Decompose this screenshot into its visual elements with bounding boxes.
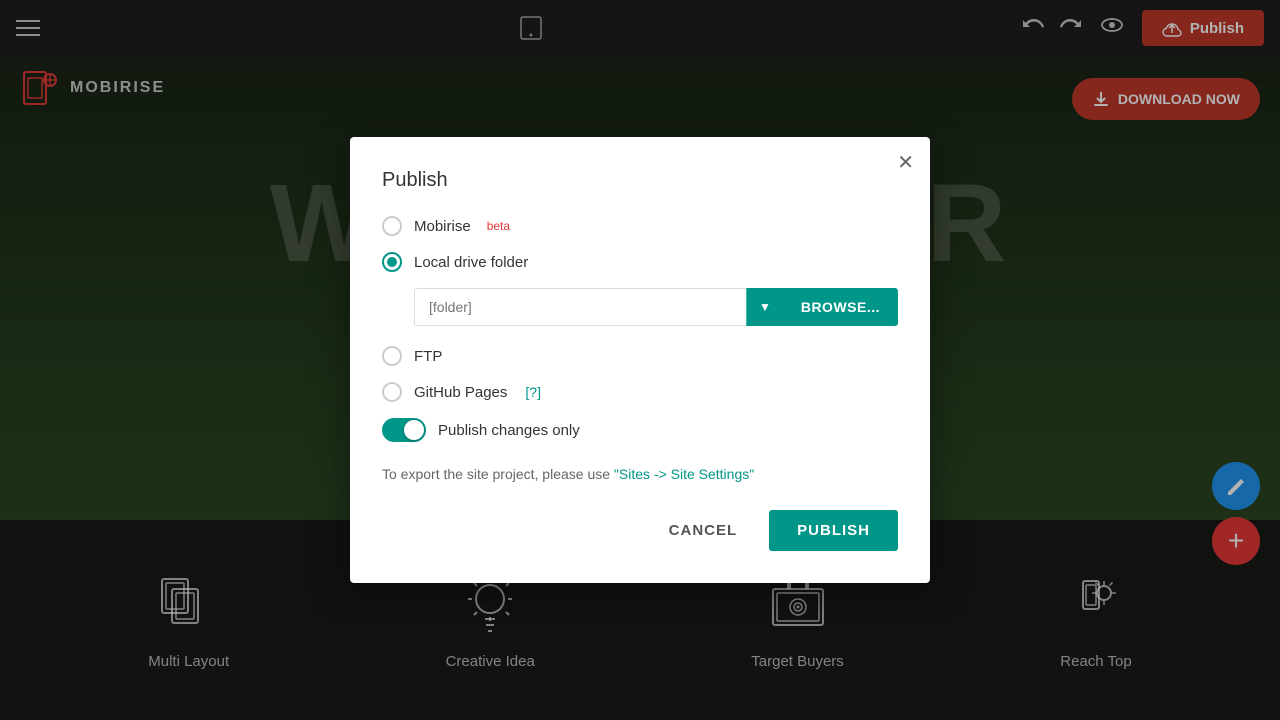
radio-local-label: Local drive folder [414,254,528,271]
export-note: To export the site project, please use "… [382,466,898,482]
folder-arrow-button[interactable]: ▼ [746,288,783,326]
modal-title: Publish [382,169,898,192]
radio-local-circle [382,252,402,272]
publish-modal-button[interactable]: PUBLISH [769,510,898,551]
radio-local[interactable]: Local drive folder [382,252,898,272]
toggle-row: Publish changes only [382,418,898,442]
export-note-text: To export the site project, please use [382,466,614,482]
toggle-thumb [404,420,424,440]
radio-github-label: GitHub Pages [414,384,507,401]
radio-github-circle [382,382,402,402]
export-link[interactable]: "Sites -> Site Settings" [614,466,754,482]
modal-close-button[interactable]: ✕ [897,153,914,173]
radio-mobirise-circle [382,216,402,236]
browse-label: BROWSE... [801,299,880,315]
folder-input[interactable] [414,288,746,326]
radio-ftp-circle [382,346,402,366]
modal-footer: CANCEL PUBLISH [382,510,898,551]
radio-github[interactable]: GitHub Pages [?] [382,382,898,402]
modal-overlay: Publish ✕ Mobirise beta Local drive fold… [0,0,1280,720]
folder-row: ▼ BROWSE... [414,288,898,326]
radio-ftp-label: FTP [414,348,442,365]
toggle-label: Publish changes only [438,422,580,439]
publish-modal: Publish ✕ Mobirise beta Local drive fold… [350,137,930,583]
radio-mobirise-label: Mobirise [414,218,471,235]
radio-mobirise[interactable]: Mobirise beta [382,216,898,236]
github-help-link[interactable]: [?] [525,384,541,400]
folder-browse-button[interactable]: BROWSE... [783,288,898,326]
beta-badge: beta [487,219,510,233]
cancel-button[interactable]: CANCEL [653,512,754,549]
radio-ftp[interactable]: FTP [382,346,898,366]
publish-changes-toggle[interactable] [382,418,426,442]
